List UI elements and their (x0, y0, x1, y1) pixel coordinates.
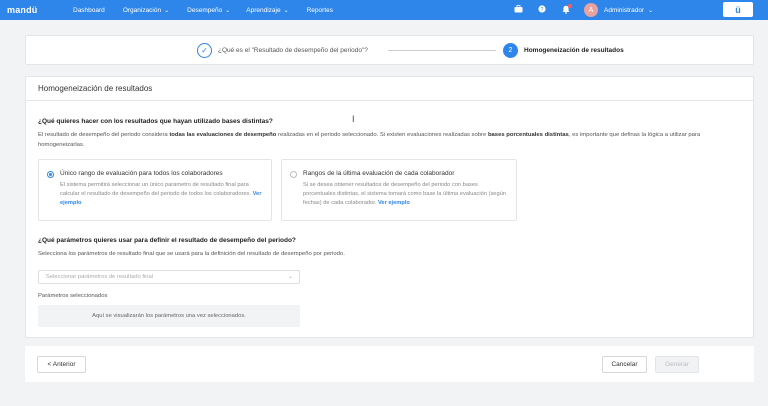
wizard-stepper: ✓ ¿Qué es el "Resultado de desempeño del… (25, 35, 754, 65)
nav-item-label: Dashboard (73, 6, 105, 14)
selected-params-label: Parámetros seleccionados (38, 293, 108, 299)
chevron-down-icon: ⌄ (225, 7, 231, 14)
step2-number: 2 (503, 43, 518, 58)
question-2: ¿Qué parámetros quieres usar para defini… (38, 237, 296, 244)
svg-text:?: ? (541, 7, 544, 13)
step2-label: Homogeneización de resultados (524, 47, 624, 54)
nav-item-aprendizaje[interactable]: Aprendizaje ⌄ (246, 0, 288, 20)
step1-label[interactable]: ¿Qué es el "Resultado de desempeño del p… (218, 47, 368, 54)
brand-logo-text[interactable]: mandü (7, 5, 65, 15)
nav-item-label: Organización (122, 6, 162, 14)
cancel-button[interactable]: Cancelar (602, 356, 647, 373)
radio-selected[interactable] (47, 171, 54, 178)
generate-button[interactable]: Generar (655, 356, 699, 373)
desc-bold-text: bases porcentuales distintas (487, 132, 569, 138)
option-title: Único rango de evaluación para todos los… (60, 170, 223, 177)
option-last-evaluation-ranges[interactable]: Rangos de la última evaluación de cada c… (281, 159, 517, 221)
nav-item-label: Reportes (306, 6, 333, 14)
desc-text: realizadas en el periodo seleccionado. S… (276, 132, 488, 138)
top-nav-bar: mandü Dashboard Organización ⌄ Desempeño… (0, 0, 768, 20)
briefcase-icon[interactable] (510, 5, 526, 15)
nav-item-reportes[interactable]: Reportes (307, 0, 333, 20)
option-single-range[interactable]: Único rango de evaluación para todos los… (38, 159, 272, 221)
empty-state-text: Aquí se visualizarán los parámetros una … (92, 313, 246, 319)
desc-text: El resultado de desempeño del periodo co… (38, 132, 170, 138)
desc-bold-text: todas las evaluaciones de desempeño (169, 132, 277, 138)
avatar[interactable]: A (584, 3, 598, 17)
chevron-down-icon: ⌄ (287, 274, 293, 280)
nav-item-organizacion[interactable]: Organización ⌄ (123, 0, 169, 20)
parameters-select[interactable]: Seleccionar parámetros de resultado fina… (38, 270, 300, 284)
text-cursor-icon: I (352, 114, 355, 124)
previous-button[interactable]: < Anterior (37, 356, 86, 373)
radio-unselected[interactable] (290, 171, 297, 178)
option-title: Rangos de la última evaluación de cada c… (303, 170, 455, 177)
nav-item-desempeno[interactable]: Desempeño ⌄ (187, 0, 230, 20)
bell-icon[interactable] (558, 3, 574, 16)
card-title: Homogeneización de resultados (26, 77, 753, 101)
homogenization-card: Homogeneización de resultados I ¿Qué qui… (25, 76, 754, 338)
chevron-down-icon: ⌄ (164, 7, 170, 14)
see-example-link[interactable]: Ver ejemplo (378, 200, 410, 206)
option-description: Si se desea obtener resultados de desemp… (303, 181, 508, 208)
question-1: ¿Qué quieres hacer con los resultados qu… (38, 118, 273, 125)
user-menu[interactable]: Administrador ⌄ (604, 7, 653, 14)
help-icon[interactable]: ? (534, 5, 550, 15)
option-desc-text: El sistema permitirá seleccionar un únic… (60, 182, 251, 197)
option-description: El sistema permitirá seleccionar un únic… (60, 181, 265, 208)
selected-params-box: Aquí se visualizarán los parámetros una … (38, 305, 300, 327)
chevron-down-icon: ⌄ (648, 7, 654, 14)
check-icon[interactable]: ✓ (197, 43, 212, 58)
select-placeholder: Seleccionar parámetros de resultado fina… (46, 274, 153, 280)
footer-actions: < Anterior Cancelar Generar (25, 346, 754, 382)
app-logo[interactable]: ü (723, 2, 753, 17)
notification-dot (568, 3, 572, 8)
user-name: Administrador (604, 6, 645, 14)
nav-item-label: Aprendizaje (246, 6, 281, 14)
question-2-description: Selecciona los parámetros de resultado f… (38, 251, 345, 257)
nav-item-dashboard[interactable]: Dashboard (73, 0, 105, 20)
chevron-down-icon: ⌄ (283, 7, 289, 14)
nav-item-label: Desempeño (187, 6, 223, 14)
question-1-description: El resultado de desempeño del periodo co… (38, 131, 743, 150)
stepper-connector (388, 50, 496, 51)
nav-right-group: ? A Administrador ⌄ (510, 0, 653, 20)
